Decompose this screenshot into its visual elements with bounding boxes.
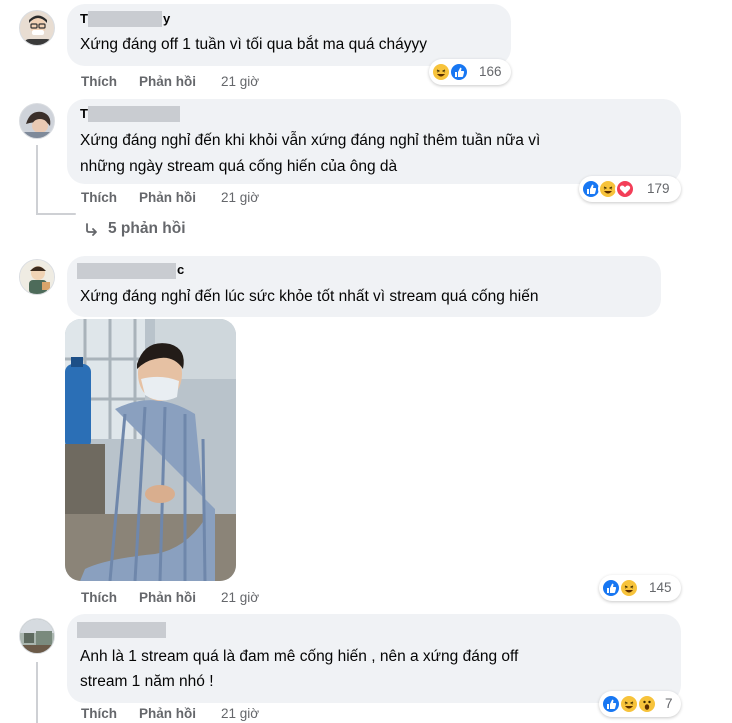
reply-button[interactable]: Phản hồi bbox=[139, 706, 196, 721]
commenter-name-redacted bbox=[77, 263, 176, 279]
wow-icon bbox=[637, 694, 657, 714]
like-button[interactable]: Thích bbox=[81, 590, 117, 605]
commenter-name-redacted bbox=[88, 106, 180, 122]
reply-button[interactable]: Phản hồi bbox=[139, 190, 196, 205]
avatar[interactable] bbox=[19, 618, 55, 654]
comment-time[interactable]: 21 giờ bbox=[221, 190, 259, 205]
reaction-summary[interactable]: 7 bbox=[599, 691, 681, 717]
reaction-count: 179 bbox=[647, 181, 670, 196]
comment-text-line-1: Anh là 1 stream quá là đam mê cống hiến … bbox=[80, 648, 519, 665]
like-button[interactable]: Thích bbox=[81, 74, 117, 89]
comment-text-line-2: những ngày stream quá cống hiến của ông … bbox=[80, 158, 398, 175]
thread-line bbox=[36, 145, 38, 215]
reply-arrow-icon bbox=[84, 222, 100, 243]
comment-text-line-2: stream 1 năm nhó ! bbox=[80, 673, 214, 690]
reaction-count: 166 bbox=[479, 64, 502, 79]
avatar[interactable] bbox=[19, 10, 55, 46]
like-icon bbox=[601, 694, 621, 714]
like-icon bbox=[449, 62, 469, 82]
commenter-name-redacted bbox=[77, 622, 166, 638]
reaction-count: 145 bbox=[649, 580, 672, 595]
reaction-summary[interactable]: 166 bbox=[429, 59, 511, 85]
comment-time[interactable]: 21 giờ bbox=[221, 590, 259, 605]
replies-count-label[interactable]: 5 phản hồi bbox=[108, 220, 186, 238]
haha-icon bbox=[431, 62, 451, 82]
avatar[interactable] bbox=[19, 103, 55, 139]
commenter-name-fragment-end: c bbox=[177, 262, 185, 277]
commenter-name-redacted bbox=[88, 11, 162, 27]
comment-text: Xứng đáng off 1 tuần vì tối qua bắt ma q… bbox=[80, 36, 428, 53]
comment-time[interactable]: 21 giờ bbox=[221, 706, 259, 721]
reaction-summary[interactable]: 179 bbox=[579, 176, 681, 202]
thread-curve bbox=[36, 213, 76, 215]
haha-icon bbox=[619, 694, 639, 714]
more-options-icon[interactable] bbox=[233, 347, 236, 350]
comment-text: Xứng đáng nghỉ đến lúc sức khỏe tốt nhất… bbox=[80, 288, 539, 305]
comment-text-line-1: Xứng đáng nghỉ đến khi khỏi vẫn xứng đán… bbox=[80, 132, 541, 149]
like-icon bbox=[601, 578, 621, 598]
like-button[interactable]: Thích bbox=[81, 706, 117, 721]
commenter-name-fragment[interactable]: T bbox=[80, 11, 88, 26]
reply-button[interactable]: Phản hồi bbox=[139, 590, 196, 605]
thread-line bbox=[36, 662, 38, 723]
reply-button[interactable]: Phản hồi bbox=[139, 74, 196, 89]
love-icon bbox=[615, 179, 635, 199]
commenter-name-fragment[interactable]: T bbox=[80, 106, 88, 121]
comment-time[interactable]: 21 giờ bbox=[221, 74, 259, 89]
like-button[interactable]: Thích bbox=[81, 190, 117, 205]
avatar[interactable] bbox=[19, 259, 55, 295]
attached-photo[interactable] bbox=[65, 319, 236, 581]
reaction-summary[interactable]: 145 bbox=[599, 575, 681, 601]
reaction-count: 7 bbox=[665, 696, 673, 711]
haha-icon bbox=[619, 578, 639, 598]
commenter-name-fragment-end: y bbox=[163, 11, 171, 26]
